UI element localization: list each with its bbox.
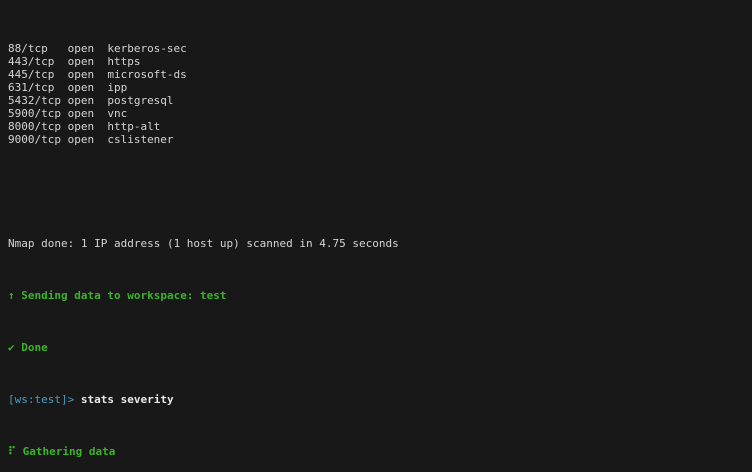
nmap-port-list: 88/tcp open kerberos-sec 443/tcp open https 44… (8, 42, 744, 146)
port-number: 8000/tcp (8, 120, 61, 133)
port-service: kerberos-sec (107, 42, 187, 55)
upload-arrow-icon: ↑ (8, 289, 15, 302)
port-number: 631/tcp (8, 81, 55, 94)
terminal-screen[interactable]: 88/tcp open kerberos-sec 443/tcp open https 44… (0, 0, 752, 472)
done-line: ✔ Done (8, 341, 744, 354)
port-service: ipp (107, 81, 128, 94)
port-state: open (67, 120, 95, 133)
port-service: https (107, 55, 141, 68)
port-line: 5432/tcp open postgresql (8, 94, 744, 107)
port-state: open (67, 81, 95, 94)
port-state: open (67, 94, 95, 107)
port-line: 88/tcp open kerberos-sec (8, 42, 744, 55)
port-number: 5900/tcp (8, 107, 61, 120)
port-service: http-alt (107, 120, 161, 133)
port-line: 631/tcp open ipp (8, 81, 744, 94)
port-line: 5900/tcp open vnc (8, 107, 744, 120)
port-state: open (67, 42, 95, 55)
port-service: vnc (107, 107, 128, 120)
port-service: postgresql (107, 94, 174, 107)
port-number: 443/tcp (8, 55, 55, 68)
nmap-done-text: Nmap done: 1 IP address (1 host up) scan… (8, 237, 399, 250)
nmap-done-line: Nmap done: 1 IP address (1 host up) scan… (8, 237, 744, 250)
port-number: 9000/tcp (8, 133, 61, 146)
gathering-data-text: Gathering data (16, 445, 116, 458)
gathering-data-line: ⠏ Gathering data (8, 445, 744, 458)
port-state: open (67, 107, 95, 120)
check-icon: ✔ (8, 341, 15, 354)
workspace-prompt: [ws:test]> (8, 393, 75, 406)
port-state: open (67, 55, 95, 68)
port-line: 445/tcp open microsoft-ds (8, 68, 744, 81)
port-line: 443/tcp open https (8, 55, 744, 68)
port-line: 8000/tcp open http-alt (8, 120, 744, 133)
sending-data-text: Sending data to workspace: test (14, 289, 227, 302)
port-number: 445/tcp (8, 68, 55, 81)
sending-data-line: ↑ Sending data to workspace: test (8, 289, 744, 302)
command-line: [ws:test]> stats severity (8, 393, 744, 406)
port-number: 5432/tcp (8, 94, 61, 107)
port-state: open (67, 133, 95, 146)
port-service: microsoft-ds (107, 68, 187, 81)
typed-command: stats severity (74, 393, 174, 406)
port-number: 88/tcp (8, 42, 48, 55)
port-state: open (67, 68, 95, 81)
spinner-icon: ⠏ (8, 445, 17, 458)
port-line: 9000/tcp open cslistener (8, 133, 744, 146)
port-service: cslistener (107, 133, 174, 146)
done-text: Done (14, 341, 48, 354)
